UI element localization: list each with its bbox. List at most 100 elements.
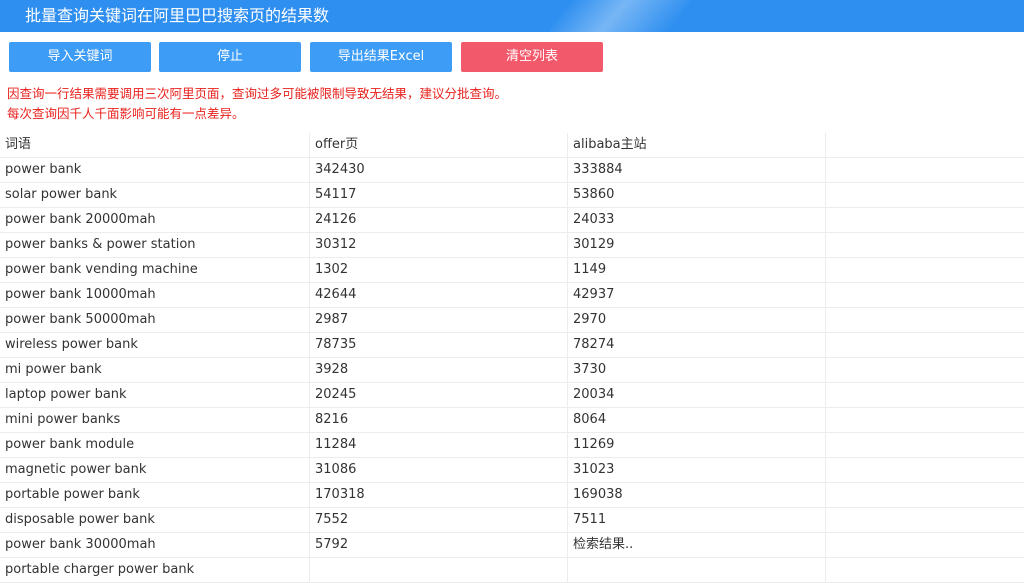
- stop-button[interactable]: 停止: [159, 42, 301, 72]
- keyword-cell: portable charger power bank: [0, 558, 310, 582]
- empty-cell: [826, 183, 1024, 207]
- empty-cell: [826, 458, 1024, 482]
- table-row[interactable]: laptop power bank 20245 20034: [0, 383, 1024, 408]
- alibaba-count-cell: [568, 558, 826, 582]
- alibaba-count-cell: 169038: [568, 483, 826, 507]
- empty-cell: [826, 208, 1024, 232]
- offer-count-cell: 7552: [310, 508, 568, 532]
- empty-cell: [826, 408, 1024, 432]
- empty-cell: [826, 233, 1024, 257]
- table-row[interactable]: solar power bank 54117 53860: [0, 183, 1024, 208]
- alibaba-count-cell: 78274: [568, 333, 826, 357]
- offer-count-cell: 170318: [310, 483, 568, 507]
- offer-count-cell: 5792: [310, 533, 568, 557]
- offer-count-cell: 8216: [310, 408, 568, 432]
- alibaba-count-cell: 1149: [568, 258, 826, 282]
- keyword-cell: mini power banks: [0, 408, 310, 432]
- keyword-cell: power bank 30000mah: [0, 533, 310, 557]
- table-row[interactable]: power bank 50000mah 2987 2970: [0, 308, 1024, 333]
- keyword-cell: power banks & power station: [0, 233, 310, 257]
- empty-cell: [826, 333, 1024, 357]
- keyword-cell: solar power bank: [0, 183, 310, 207]
- table-row[interactable]: power bank vending machine 1302 1149: [0, 258, 1024, 283]
- keyword-cell: disposable power bank: [0, 508, 310, 532]
- empty-cell: [826, 558, 1024, 582]
- offer-count-cell: 20245: [310, 383, 568, 407]
- offer-count-cell: 1302: [310, 258, 568, 282]
- notice-text: 因查询一行结果需要调用三次阿里页面，查询过多可能被限制导致无结果，建议分批查询。…: [7, 84, 507, 124]
- empty-cell: [826, 533, 1024, 557]
- table-row[interactable]: wireless power bank 78735 78274: [0, 333, 1024, 358]
- alibaba-count-cell: 7511: [568, 508, 826, 532]
- empty-cell: [826, 283, 1024, 307]
- header-offer-page[interactable]: offer页: [310, 133, 568, 157]
- table-header-row: 词语 offer页 alibaba主站: [0, 133, 1024, 158]
- empty-cell: [826, 158, 1024, 182]
- table-row[interactable]: magnetic power bank 31086 31023: [0, 458, 1024, 483]
- table-row[interactable]: mi power bank 3928 3730: [0, 358, 1024, 383]
- offer-count-cell: 54117: [310, 183, 568, 207]
- table-row[interactable]: power bank 10000mah 42644 42937: [0, 283, 1024, 308]
- alibaba-count-cell: 20034: [568, 383, 826, 407]
- alibaba-count-cell: 333884: [568, 158, 826, 182]
- header-keyword[interactable]: 词语: [0, 133, 310, 157]
- empty-cell: [826, 358, 1024, 382]
- window-title: 批量查询关键词在阿里巴巴搜索页的结果数: [25, 6, 330, 25]
- table-row[interactable]: mini power banks 8216 8064: [0, 408, 1024, 433]
- alibaba-count-cell: 检索结果..: [568, 533, 826, 557]
- empty-cell: [826, 433, 1024, 457]
- table-row[interactable]: power bank module 11284 11269: [0, 433, 1024, 458]
- notice-line-2: 每次查询因千人千面影响可能有一点差异。: [7, 106, 245, 121]
- offer-count-cell: 31086: [310, 458, 568, 482]
- empty-cell: [826, 308, 1024, 332]
- title-bar-highlight: [548, 0, 692, 32]
- offer-count-cell: 42644: [310, 283, 568, 307]
- offer-count-cell: 78735: [310, 333, 568, 357]
- keyword-cell: mi power bank: [0, 358, 310, 382]
- header-empty: [826, 133, 1024, 157]
- alibaba-count-cell: 24033: [568, 208, 826, 232]
- header-alibaba-main[interactable]: alibaba主站: [568, 133, 826, 157]
- offer-count-cell: 30312: [310, 233, 568, 257]
- empty-cell: [826, 383, 1024, 407]
- offer-count-cell: 2987: [310, 308, 568, 332]
- alibaba-count-cell: 8064: [568, 408, 826, 432]
- alibaba-count-cell: 53860: [568, 183, 826, 207]
- offer-count-cell: 3928: [310, 358, 568, 382]
- alibaba-count-cell: 3730: [568, 358, 826, 382]
- keyword-cell: power bank: [0, 158, 310, 182]
- keyword-cell: power bank 10000mah: [0, 283, 310, 307]
- table-row[interactable]: power bank 20000mah 24126 24033: [0, 208, 1024, 233]
- table-row[interactable]: power banks & power station 30312 30129: [0, 233, 1024, 258]
- alibaba-count-cell: 2970: [568, 308, 826, 332]
- alibaba-count-cell: 31023: [568, 458, 826, 482]
- alibaba-count-cell: 11269: [568, 433, 826, 457]
- offer-count-cell: 24126: [310, 208, 568, 232]
- keyword-cell: portable power bank: [0, 483, 310, 507]
- offer-count-cell: 342430: [310, 158, 568, 182]
- import-keywords-button[interactable]: 导入关键词: [9, 42, 151, 72]
- keyword-cell: power bank 50000mah: [0, 308, 310, 332]
- offer-count-cell: 11284: [310, 433, 568, 457]
- export-excel-button[interactable]: 导出结果Excel: [310, 42, 452, 72]
- keyword-cell: wireless power bank: [0, 333, 310, 357]
- keyword-cell: laptop power bank: [0, 383, 310, 407]
- keyword-cell: power bank 20000mah: [0, 208, 310, 232]
- table-row[interactable]: power bank 342430 333884: [0, 158, 1024, 183]
- alibaba-count-cell: 42937: [568, 283, 826, 307]
- keyword-cell: power bank module: [0, 433, 310, 457]
- table-row[interactable]: power bank 30000mah 5792 检索结果..: [0, 533, 1024, 558]
- notice-line-1: 因查询一行结果需要调用三次阿里页面，查询过多可能被限制导致无结果，建议分批查询。: [7, 86, 508, 101]
- clear-list-button[interactable]: 清空列表: [461, 42, 603, 72]
- keyword-cell: magnetic power bank: [0, 458, 310, 482]
- table-row[interactable]: portable charger power bank: [0, 558, 1024, 583]
- offer-count-cell: [310, 558, 568, 582]
- table-row[interactable]: portable power bank 170318 169038: [0, 483, 1024, 508]
- results-table: 词语 offer页 alibaba主站 power bank 342430 3338…: [0, 133, 1024, 583]
- empty-cell: [826, 508, 1024, 532]
- empty-cell: [826, 258, 1024, 282]
- empty-cell: [826, 483, 1024, 507]
- table-row[interactable]: disposable power bank 7552 7511: [0, 508, 1024, 533]
- alibaba-count-cell: 30129: [568, 233, 826, 257]
- title-bar: 批量查询关键词在阿里巴巴搜索页的结果数: [0, 0, 1024, 32]
